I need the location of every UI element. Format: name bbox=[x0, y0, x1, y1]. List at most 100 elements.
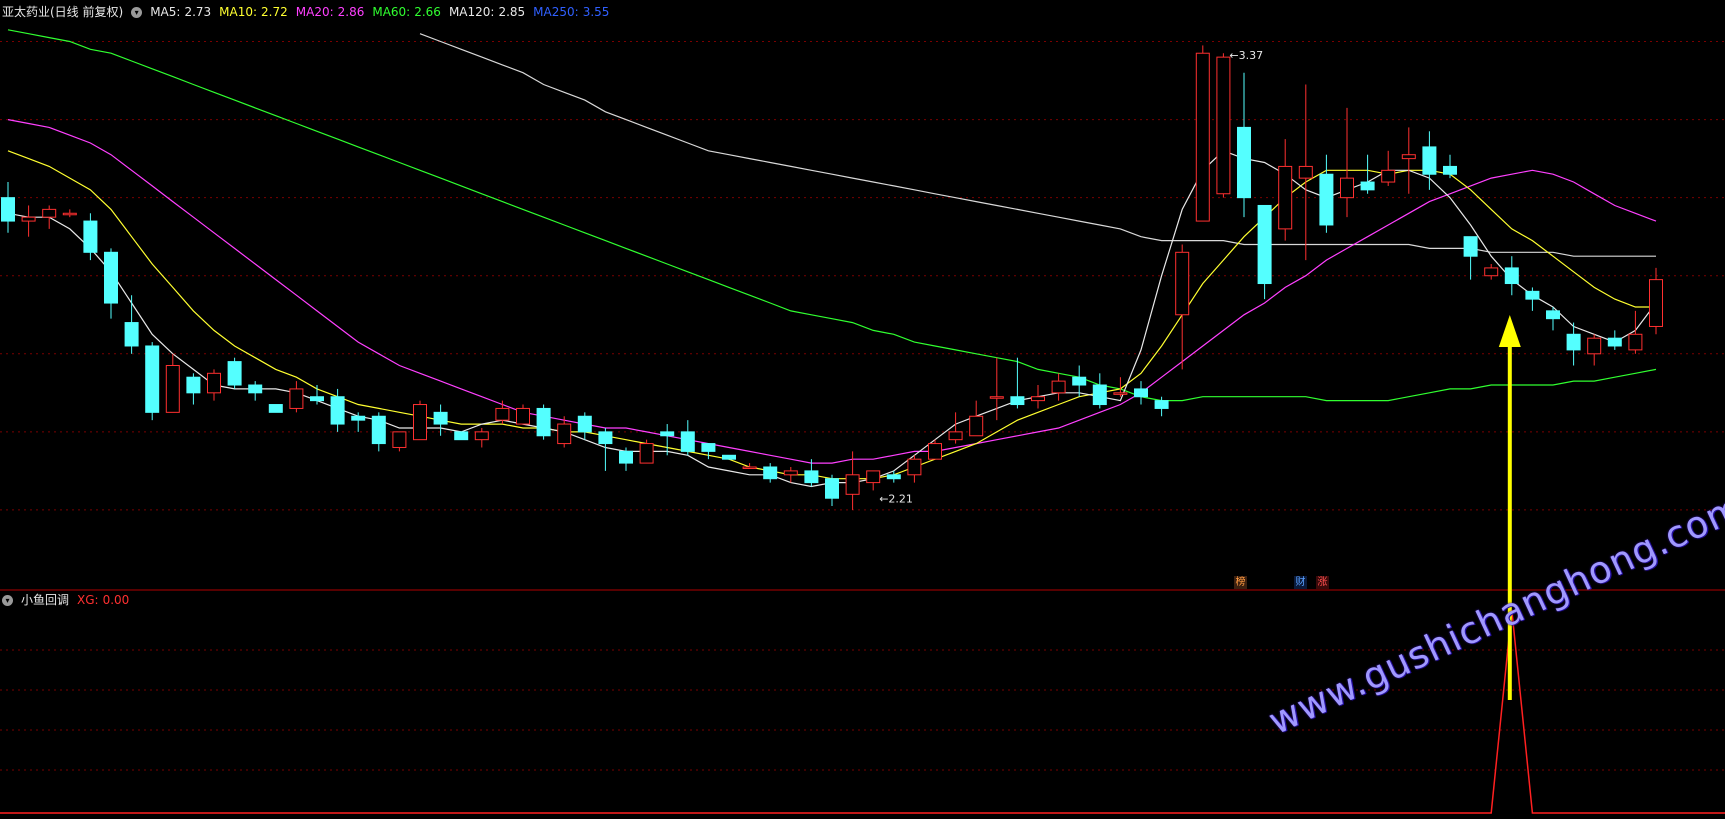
candle-up bbox=[1381, 169, 1396, 183]
candle-up bbox=[1401, 154, 1416, 160]
candle-down bbox=[722, 454, 736, 460]
candle-up bbox=[1340, 177, 1354, 199]
candle-up bbox=[907, 458, 922, 476]
ma120-line bbox=[419, 33, 1656, 257]
candle-up bbox=[392, 431, 407, 448]
main-chart-header: 亚太药业(日线 前复权) ▾ MA5: 2.73 MA10: 2.72 MA20: 2… bbox=[2, 2, 609, 22]
candle-up bbox=[1113, 392, 1128, 395]
candle-down bbox=[1010, 396, 1025, 406]
candle-down bbox=[577, 415, 592, 433]
candle-down bbox=[104, 251, 118, 304]
candle-down bbox=[124, 322, 139, 347]
candle-up bbox=[866, 470, 881, 484]
candle-down bbox=[83, 220, 98, 253]
candle-up bbox=[1175, 251, 1190, 316]
candle-up bbox=[557, 423, 572, 445]
candle-down bbox=[1422, 146, 1437, 175]
chevron-down-icon[interactable]: ▾ bbox=[131, 6, 143, 18]
limit-up-badge[interactable]: 涨 bbox=[1316, 576, 1329, 589]
indicator-header: ▾ 小鱼回调 XG: 0.00 bbox=[2, 590, 129, 610]
candle-up bbox=[1298, 165, 1313, 179]
ma60-readout: MA60: 2.66 bbox=[372, 5, 441, 19]
candle-down bbox=[186, 376, 201, 394]
candle-down bbox=[227, 361, 242, 386]
candle-down bbox=[701, 443, 716, 452]
candle-up bbox=[969, 415, 984, 437]
candle-up bbox=[474, 431, 489, 441]
candle-down bbox=[310, 396, 324, 402]
candle-up bbox=[413, 404, 427, 441]
finance-badge[interactable]: 财 bbox=[1294, 576, 1307, 589]
ma120-readout: MA120: 2.85 bbox=[448, 5, 526, 19]
candle-down bbox=[598, 431, 613, 445]
candle-down bbox=[1154, 400, 1169, 409]
candle-up bbox=[989, 396, 1004, 399]
candle-up bbox=[1628, 333, 1643, 351]
candle-down bbox=[1360, 181, 1375, 191]
candle-down bbox=[330, 396, 345, 425]
extreme-label: ←2.21 bbox=[879, 492, 913, 505]
ma10-readout: MA10: 2.72 bbox=[219, 5, 288, 19]
candle-up bbox=[1587, 337, 1602, 355]
candle-down bbox=[1319, 173, 1334, 226]
xg-readout: XG: 0.00 bbox=[77, 593, 130, 607]
candle-up bbox=[742, 466, 757, 469]
candle-down bbox=[680, 431, 695, 452]
candle-down bbox=[351, 415, 366, 421]
stock-chart[interactable]: ←3.37 ←2.21 bbox=[0, 0, 1725, 819]
candle-down bbox=[1, 197, 15, 222]
candle-up bbox=[1278, 165, 1293, 230]
candle-down bbox=[1092, 384, 1107, 406]
candle-up bbox=[42, 208, 57, 218]
candle-up bbox=[289, 388, 304, 409]
candle-up bbox=[639, 443, 654, 464]
candle-up bbox=[845, 474, 860, 495]
candle-down bbox=[1134, 388, 1148, 398]
candle-down bbox=[825, 478, 839, 499]
candle-down bbox=[1525, 290, 1540, 300]
candle-down bbox=[433, 411, 448, 425]
candle-down bbox=[804, 470, 819, 484]
candle-up bbox=[1195, 52, 1210, 222]
ma60-line bbox=[7, 29, 1657, 402]
candle-down bbox=[1504, 267, 1519, 285]
candle-down bbox=[1257, 204, 1272, 285]
candle-up bbox=[495, 407, 510, 421]
candle-down bbox=[268, 404, 283, 413]
candle-down bbox=[1463, 236, 1478, 257]
candle-down bbox=[145, 345, 160, 413]
ma250-readout: MA250: 3.55 bbox=[533, 5, 610, 19]
signal-arrow-head bbox=[1498, 315, 1521, 347]
candle-up bbox=[165, 365, 180, 413]
candle-down bbox=[886, 474, 901, 480]
candle-down bbox=[619, 450, 633, 464]
rank-badge[interactable]: 榜 bbox=[1234, 576, 1247, 589]
chevron-down-icon[interactable]: ▾ bbox=[2, 594, 13, 606]
candle-up bbox=[21, 216, 36, 222]
candle-down bbox=[1546, 310, 1560, 320]
candle-up bbox=[1216, 56, 1231, 195]
candle-up bbox=[1649, 279, 1663, 327]
candle-up bbox=[783, 470, 798, 476]
candle-up bbox=[62, 212, 77, 216]
ma5-readout: MA5: 2.73 bbox=[150, 5, 212, 19]
candle-down bbox=[1072, 376, 1087, 386]
stock-title[interactable]: 亚太药业(日线 前复权) bbox=[2, 2, 123, 22]
candle-up bbox=[1031, 396, 1045, 402]
extreme-label: ←3.37 bbox=[1229, 49, 1263, 62]
candle-down bbox=[454, 431, 469, 441]
candle-down bbox=[371, 415, 386, 445]
candle-down bbox=[1443, 165, 1457, 175]
ma20-readout: MA20: 2.86 bbox=[295, 5, 365, 19]
candle-up bbox=[1484, 267, 1499, 277]
candle-up bbox=[928, 443, 942, 460]
candle-up bbox=[207, 372, 221, 394]
candle-down bbox=[1607, 337, 1622, 347]
candle-up bbox=[1051, 380, 1066, 394]
candle-down bbox=[763, 466, 778, 480]
candle-down bbox=[248, 384, 263, 394]
candle-up bbox=[516, 407, 530, 425]
candle-down bbox=[1237, 126, 1251, 199]
candle-down bbox=[536, 407, 551, 437]
indicator-name[interactable]: 小鱼回调 bbox=[21, 590, 69, 610]
